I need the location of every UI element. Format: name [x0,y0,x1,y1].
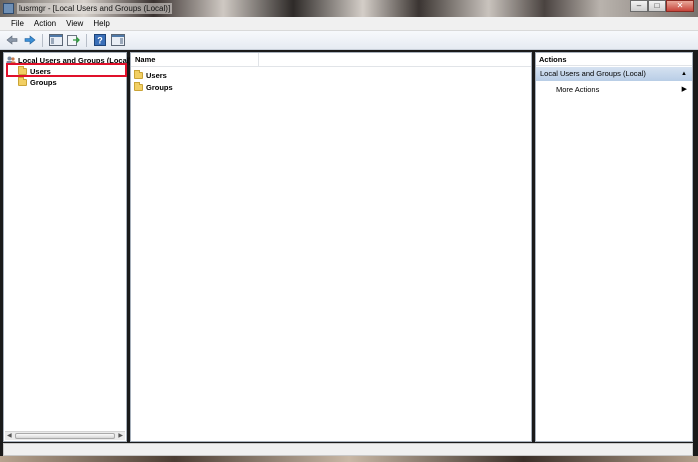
help-button[interactable]: ? [92,33,107,47]
scroll-thumb[interactable] [15,433,115,439]
menu-file[interactable]: File [6,18,29,30]
scroll-right-icon[interactable]: ▶ [118,433,123,440]
more-actions-link[interactable]: More Actions [556,85,599,95]
show-hide-action-pane-button[interactable] [110,33,125,47]
forward-button[interactable] [22,33,37,47]
show-hide-action-pane-icon [110,34,125,46]
actions-section-label: Local Users and Groups (Local) [540,69,646,78]
list-item-label: Users [146,70,167,80]
actions-pane: Actions Local Users and Groups (Local) ▲… [535,52,693,442]
close-button[interactable]: ✕ [666,0,694,12]
export-list-button[interactable] [66,33,81,47]
console-tree-pane[interactable]: Local Users and Groups (Local) Users Gro… [3,52,131,442]
tree-item-users[interactable]: Users [18,65,51,76]
submenu-arrow-icon[interactable]: ▶ [682,85,687,95]
list-item-label: Groups [146,82,173,92]
toolbar-separator [86,33,87,47]
title-bar[interactable]: lusrmgr - [Local Users and Groups (Local… [0,0,698,17]
svg-text:?: ? [97,36,103,46]
show-hide-tree-icon [48,34,63,46]
actions-section-local-users-groups[interactable]: Local Users and Groups (Local) ▲ [536,67,692,81]
list-item[interactable]: Groups [134,81,173,92]
tree-item-groups[interactable]: Groups [18,76,57,87]
folder-icon [18,76,27,86]
column-header-name[interactable]: Name [131,53,259,67]
back-icon [6,35,17,45]
export-list-icon [67,35,80,46]
list-item[interactable]: Users [134,69,167,80]
toolbar-separator [42,33,43,47]
folder-icon [134,69,143,79]
window-controls: – □ ✕ [630,0,694,13]
menu-bar: File Action View Help [0,17,698,31]
tree-item-label: Users [30,66,51,76]
back-button[interactable] [4,33,19,47]
menu-action[interactable]: Action [29,18,61,30]
tree-horizontal-scrollbar[interactable]: ◀ ▶ [5,431,125,440]
folder-icon [134,81,143,91]
column-header-row: Name [131,53,531,67]
window-title: lusrmgr - [Local Users and Groups (Local… [17,3,173,14]
maximize-button[interactable]: □ [648,0,666,12]
toolbar: ? [0,31,698,50]
menu-help[interactable]: Help [88,18,114,30]
actions-header: Actions [536,53,692,66]
forward-icon [24,35,35,45]
tree-item-label: Groups [30,77,57,87]
folder-icon [18,65,27,75]
minimize-button[interactable]: – [630,0,648,12]
menu-view[interactable]: View [61,18,88,30]
results-pane[interactable]: Name Users Groups [130,52,532,442]
collapse-icon[interactable]: ▲ [681,67,687,81]
desktop-background-strip [0,456,698,462]
app-icon[interactable] [3,3,14,14]
status-bar [3,443,693,456]
show-hide-tree-button[interactable] [48,33,63,47]
help-icon: ? [93,34,106,46]
scroll-left-icon[interactable]: ◀ [7,433,12,440]
